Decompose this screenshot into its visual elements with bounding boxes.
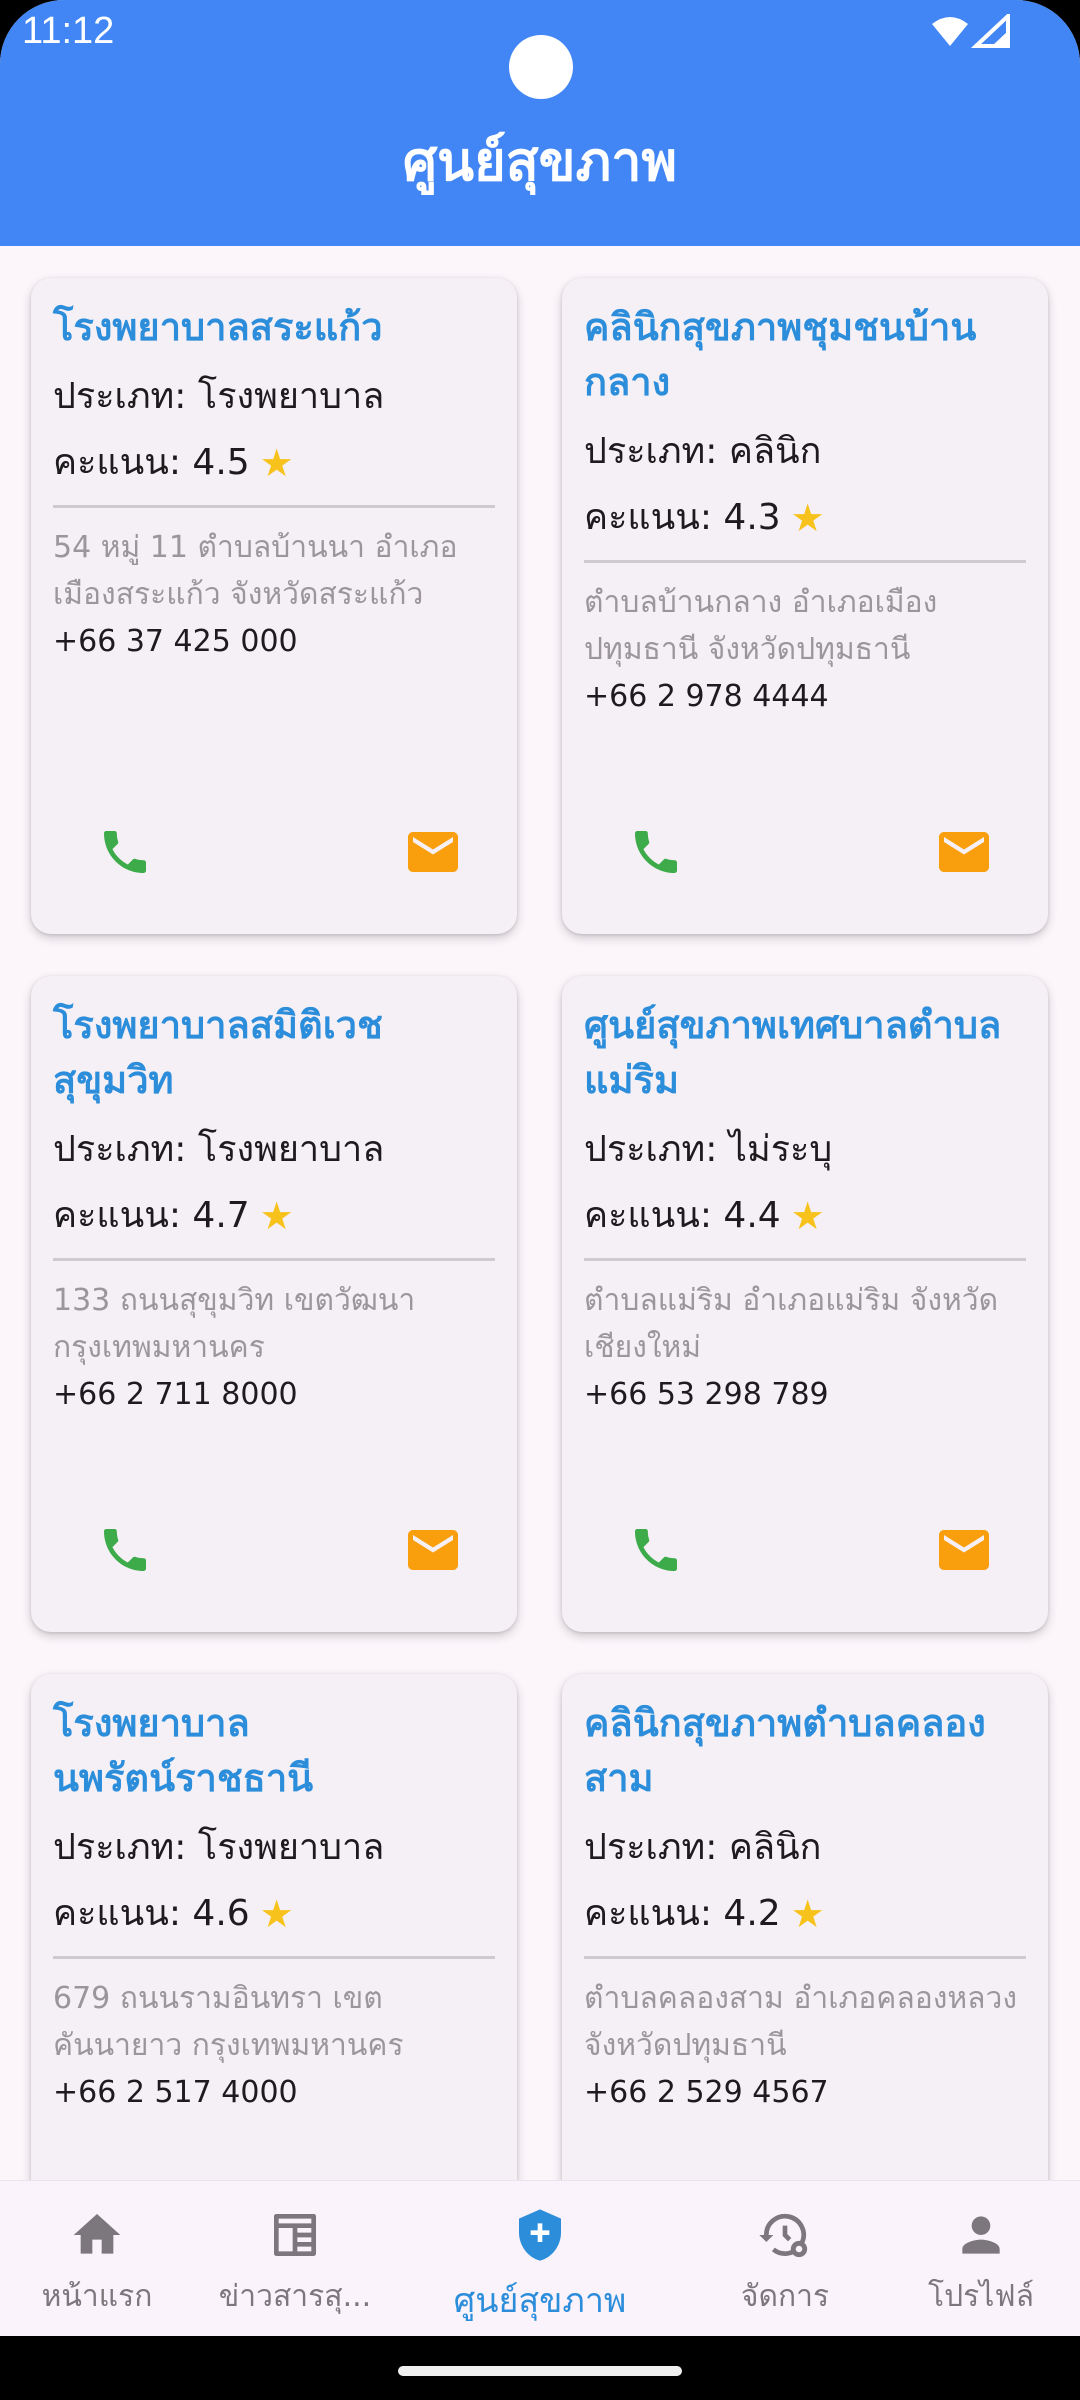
app-bar: 11:12 ศูนย์สุขภาพ — [0, 0, 1080, 246]
health-center-card[interactable]: ศูนย์สุขภาพเทศบาลตำบลแม่ริม ประเภท: ไม่ร… — [562, 976, 1048, 1632]
page-title: ศูนย์สุขภาพ — [402, 130, 678, 193]
facility-address: 133 ถนนสุขุมวิท เขตวัฒนา กรุงเทพมหานคร — [53, 1283, 416, 1365]
nav-label-home: หน้าแรก — [41, 2279, 153, 2314]
facility-phone: +66 2 517 4000 — [53, 2075, 298, 2110]
facility-name: คลินิกสุขภาพตำบลคลองสาม — [584, 1701, 986, 1800]
rating-text: คะแนน: 4.4 — [584, 1195, 781, 1236]
star-icon: ★ — [259, 1194, 294, 1238]
divider — [53, 1258, 495, 1261]
camera-cutout — [509, 35, 573, 99]
facility-type: ประเภท: คลินิก — [584, 1827, 822, 1868]
facility-address: 54 หมู่ 11 ตำบลบ้านนา อำเภอเมืองสระแก้ว … — [53, 530, 458, 612]
nav-label-profile: โปรไฟล์ — [928, 2279, 1034, 2314]
rating-text: คะแนน: 4.2 — [584, 1893, 781, 1934]
facility-name: คลินิกสุขภาพชุมชนบ้านกลาง — [584, 305, 977, 404]
health-shield-icon — [519, 2209, 561, 2261]
facility-type: ประเภท: คลินิก — [584, 431, 822, 472]
mail-icon — [939, 1530, 989, 1570]
mail-icon — [408, 832, 458, 872]
phone-icon — [104, 1529, 146, 1571]
nav-item-manage[interactable]: จัดการ — [690, 2181, 880, 2337]
person-icon — [962, 2216, 1000, 2254]
home-icon — [73, 2214, 121, 2254]
facility-phone: +66 2 978 4444 — [584, 679, 829, 714]
facility-name: โรงพยาบาลสระแก้ว — [53, 305, 383, 349]
facility-name: โรงพยาบาลนพรัตน์ราชธานี — [53, 1701, 314, 1800]
divider — [53, 1956, 495, 1959]
star-icon: ★ — [790, 1892, 825, 1936]
facility-address: ตำบลบ้านกลาง อำเภอเมืองปทุมธานี จังหวัดป… — [584, 585, 938, 667]
rating-text: คะแนน: 4.6 — [53, 1893, 250, 1934]
email-button[interactable] — [393, 1510, 473, 1590]
facility-rating: คะแนน: 4.5 ★ — [53, 441, 495, 485]
nav-item-health-center[interactable]: ศูนย์สุขภาพ — [430, 2181, 650, 2337]
call-button[interactable] — [616, 1510, 696, 1590]
facility-rating: คะแนน: 4.7 ★ — [53, 1194, 495, 1238]
star-icon: ★ — [790, 1194, 825, 1238]
health-center-card[interactable]: คลินิกสุขภาพชุมชนบ้านกลาง ประเภท: คลินิก… — [562, 278, 1048, 934]
mail-icon — [939, 832, 989, 872]
rating-text: คะแนน: 4.5 — [53, 442, 250, 483]
manage-history-icon — [759, 2213, 808, 2258]
health-center-card[interactable]: โรงพยาบาลสระแก้ว ประเภท: โรงพยาบาล คะแนน… — [31, 278, 517, 934]
email-button[interactable] — [924, 1510, 1004, 1590]
facility-rating: คะแนน: 4.6 ★ — [53, 1892, 495, 1936]
email-button[interactable] — [924, 812, 1004, 892]
facility-phone: +66 2 711 8000 — [53, 1377, 298, 1412]
nav-label-health-center: ศูนย์สุขภาพ — [453, 2281, 627, 2321]
divider — [53, 505, 495, 508]
home-gesture-bar[interactable] — [398, 2366, 682, 2376]
star-icon: ★ — [259, 1892, 294, 1936]
facility-phone: +66 37 425 000 — [53, 624, 298, 659]
nav-item-news[interactable]: ข่าวสารสุ... — [200, 2181, 390, 2337]
phone-screen: 11:12 ศูนย์สุขภาพ โรงพยาบาลสระแก้ว ประเภ… — [0, 0, 1080, 2400]
nav-item-home[interactable]: หน้าแรก — [22, 2181, 172, 2337]
facility-phone: +66 53 298 789 — [584, 1377, 829, 1412]
mail-icon — [408, 1530, 458, 1570]
facility-type: ประเภท: โรงพยาบาล — [53, 1827, 385, 1868]
divider — [584, 1956, 1026, 1959]
nav-label-manage: จัดการ — [740, 2279, 830, 2314]
phone-icon — [104, 831, 146, 873]
bottom-navigation: หน้าแรก ข่าวสารสุ... ศูนย์สุขภาพ จัดการ … — [0, 2180, 1080, 2337]
facility-type: ประเภท: ไม่ระบุ — [584, 1129, 833, 1170]
phone-icon — [635, 831, 677, 873]
facility-rating: คะแนน: 4.2 ★ — [584, 1892, 1026, 1936]
facility-name: โรงพยาบาลสมิติเวชสุขุมวิท — [53, 1003, 383, 1102]
facility-rating: คะแนน: 4.3 ★ — [584, 496, 1026, 540]
call-button[interactable] — [85, 1510, 165, 1590]
rating-text: คะแนน: 4.3 — [584, 497, 781, 538]
call-button[interactable] — [616, 812, 696, 892]
facility-address: ตำบลแม่ริม อำเภอแม่ริม จังหวัดเชียงใหม่ — [584, 1283, 999, 1365]
status-icons — [932, 14, 1010, 48]
nav-item-profile[interactable]: โปรไฟล์ — [906, 2181, 1056, 2337]
facility-rating: คะแนน: 4.4 ★ — [584, 1194, 1026, 1238]
status-time: 11:12 — [22, 10, 115, 52]
rating-text: คะแนน: 4.7 — [53, 1195, 250, 1236]
facility-address: ตำบลคลองสาม อำเภอคลองหลวง จังหวัดปทุมธาน… — [584, 1981, 1018, 2063]
facility-type: ประเภท: โรงพยาบาล — [53, 1129, 385, 1170]
newspaper-icon — [274, 2214, 316, 2256]
star-icon: ★ — [790, 496, 825, 540]
health-center-card[interactable]: โรงพยาบาลสมิติเวชสุขุมวิท ประเภท: โรงพยา… — [31, 976, 517, 1632]
gesture-area — [0, 2336, 1080, 2400]
divider — [584, 560, 1026, 563]
star-icon: ★ — [259, 441, 294, 485]
facility-type: ประเภท: โรงพยาบาล — [53, 376, 385, 417]
facility-phone: +66 2 529 4567 — [584, 2075, 829, 2110]
facility-address: 679 ถนนรามอินทรา เขตคันนายาว กรุงเทพมหาน… — [53, 1981, 404, 2063]
email-button[interactable] — [393, 812, 473, 892]
nav-label-news: ข่าวสารสุ... — [218, 2279, 372, 2314]
divider — [584, 1258, 1026, 1261]
phone-icon — [635, 1529, 677, 1571]
wifi-icon — [932, 17, 968, 46]
facility-name: ศูนย์สุขภาพเทศบาลตำบลแม่ริม — [584, 1003, 1002, 1102]
call-button[interactable] — [85, 812, 165, 892]
